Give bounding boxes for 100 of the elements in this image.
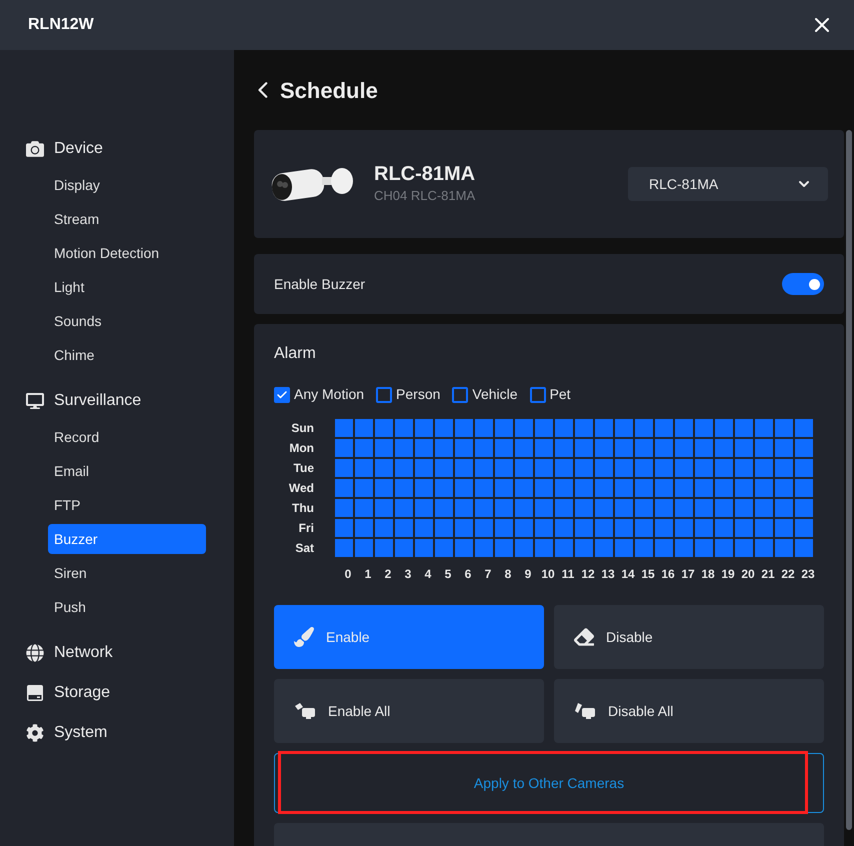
sidebar-group[interactable]: System — [26, 720, 208, 746]
schedule-cell[interactable] — [735, 519, 753, 537]
schedule-cell[interactable] — [655, 439, 673, 457]
schedule-cell[interactable] — [795, 419, 813, 437]
schedule-cell[interactable] — [795, 539, 813, 557]
schedule-cell[interactable] — [455, 479, 473, 497]
schedule-cell[interactable] — [515, 519, 533, 537]
sidebar-item[interactable]: Email — [48, 456, 206, 486]
schedule-cell[interactable] — [755, 479, 773, 497]
sidebar-item[interactable]: FTP — [48, 490, 206, 520]
schedule-cell[interactable] — [595, 439, 613, 457]
schedule-cell[interactable] — [635, 439, 653, 457]
scrollbar[interactable] — [846, 130, 852, 830]
schedule-cell[interactable] — [595, 499, 613, 517]
schedule-cell[interactable] — [375, 539, 393, 557]
schedule-cell[interactable] — [775, 419, 793, 437]
schedule-cell[interactable] — [575, 519, 593, 537]
schedule-cell[interactable] — [455, 419, 473, 437]
schedule-cell[interactable] — [535, 479, 553, 497]
schedule-cell[interactable] — [575, 419, 593, 437]
schedule-cell[interactable] — [435, 439, 453, 457]
schedule-cell[interactable] — [515, 539, 533, 557]
schedule-cell[interactable] — [515, 439, 533, 457]
sidebar-item[interactable]: Sounds — [48, 306, 206, 336]
schedule-cell[interactable] — [655, 479, 673, 497]
schedule-cell[interactable] — [355, 479, 373, 497]
schedule-cell[interactable] — [415, 439, 433, 457]
schedule-cell[interactable] — [795, 499, 813, 517]
schedule-cell[interactable] — [775, 439, 793, 457]
schedule-cell[interactable] — [415, 479, 433, 497]
schedule-cell[interactable] — [415, 459, 433, 477]
schedule-cell[interactable] — [515, 419, 533, 437]
schedule-cell[interactable] — [555, 419, 573, 437]
schedule-cell[interactable] — [675, 479, 693, 497]
schedule-cell[interactable] — [335, 419, 353, 437]
schedule-cell[interactable] — [335, 499, 353, 517]
schedule-cell[interactable] — [475, 439, 493, 457]
schedule-cell[interactable] — [555, 539, 573, 557]
schedule-cell[interactable] — [575, 539, 593, 557]
checkbox[interactable] — [452, 386, 468, 402]
schedule-cell[interactable] — [715, 539, 733, 557]
schedule-cell[interactable] — [715, 519, 733, 537]
schedule-cell[interactable] — [375, 479, 393, 497]
schedule-cell[interactable] — [795, 479, 813, 497]
schedule-cell[interactable] — [555, 499, 573, 517]
schedule-cell[interactable] — [535, 459, 553, 477]
schedule-cell[interactable] — [695, 459, 713, 477]
tool-button[interactable]: Disable All — [554, 679, 824, 743]
schedule-cell[interactable] — [675, 459, 693, 477]
schedule-cell[interactable] — [335, 519, 353, 537]
schedule-cell[interactable] — [475, 499, 493, 517]
schedule-cell[interactable] — [475, 419, 493, 437]
schedule-cell[interactable] — [695, 499, 713, 517]
schedule-cell[interactable] — [375, 519, 393, 537]
schedule-cell[interactable] — [755, 419, 773, 437]
schedule-cell[interactable] — [735, 479, 753, 497]
schedule-cell[interactable] — [615, 419, 633, 437]
checkbox[interactable] — [376, 386, 392, 402]
sidebar-group[interactable]: Network — [26, 640, 208, 666]
schedule-cell[interactable] — [435, 519, 453, 537]
schedule-cell[interactable] — [675, 419, 693, 437]
schedule-cell[interactable] — [395, 479, 413, 497]
schedule-cell[interactable] — [375, 419, 393, 437]
schedule-cell[interactable] — [495, 419, 513, 437]
schedule-cell[interactable] — [355, 459, 373, 477]
schedule-cell[interactable] — [515, 459, 533, 477]
schedule-cell[interactable] — [575, 499, 593, 517]
schedule-cell[interactable] — [595, 519, 613, 537]
sidebar-group[interactable]: Surveillance — [26, 388, 208, 414]
schedule-cell[interactable] — [335, 539, 353, 557]
schedule-cell[interactable] — [655, 499, 673, 517]
schedule-cell[interactable] — [355, 419, 373, 437]
schedule-cell[interactable] — [655, 519, 673, 537]
filter-checkbox[interactable]: Pet — [530, 384, 571, 405]
buzzer-toggle[interactable] — [782, 273, 824, 295]
sidebar-item[interactable]: Motion Detection — [48, 238, 206, 268]
schedule-cell[interactable] — [535, 439, 553, 457]
schedule-cell[interactable] — [615, 499, 633, 517]
tool-button[interactable]: Enable — [274, 605, 544, 669]
schedule-cell[interactable] — [495, 499, 513, 517]
schedule-cell[interactable] — [555, 519, 573, 537]
sidebar-item[interactable]: Light — [48, 272, 206, 302]
checkbox[interactable] — [530, 386, 546, 402]
schedule-cell[interactable] — [555, 459, 573, 477]
schedule-cell[interactable] — [335, 439, 353, 457]
schedule-cell[interactable] — [615, 459, 633, 477]
schedule-cell[interactable] — [635, 519, 653, 537]
schedule-cell[interactable] — [735, 439, 753, 457]
schedule-cell[interactable] — [495, 439, 513, 457]
schedule-cell[interactable] — [735, 419, 753, 437]
schedule-cell[interactable] — [435, 499, 453, 517]
apply-button[interactable]: Apply to Other Cameras — [274, 753, 824, 813]
schedule-cell[interactable] — [375, 499, 393, 517]
schedule-cell[interactable] — [695, 439, 713, 457]
sidebar-group[interactable]: Storage — [26, 680, 208, 706]
schedule-cell[interactable] — [735, 539, 753, 557]
schedule-cell[interactable] — [475, 519, 493, 537]
sidebar-item[interactable]: Siren — [48, 558, 206, 588]
sidebar-item[interactable]: Stream — [48, 204, 206, 234]
sidebar-item[interactable]: Display — [48, 170, 206, 200]
